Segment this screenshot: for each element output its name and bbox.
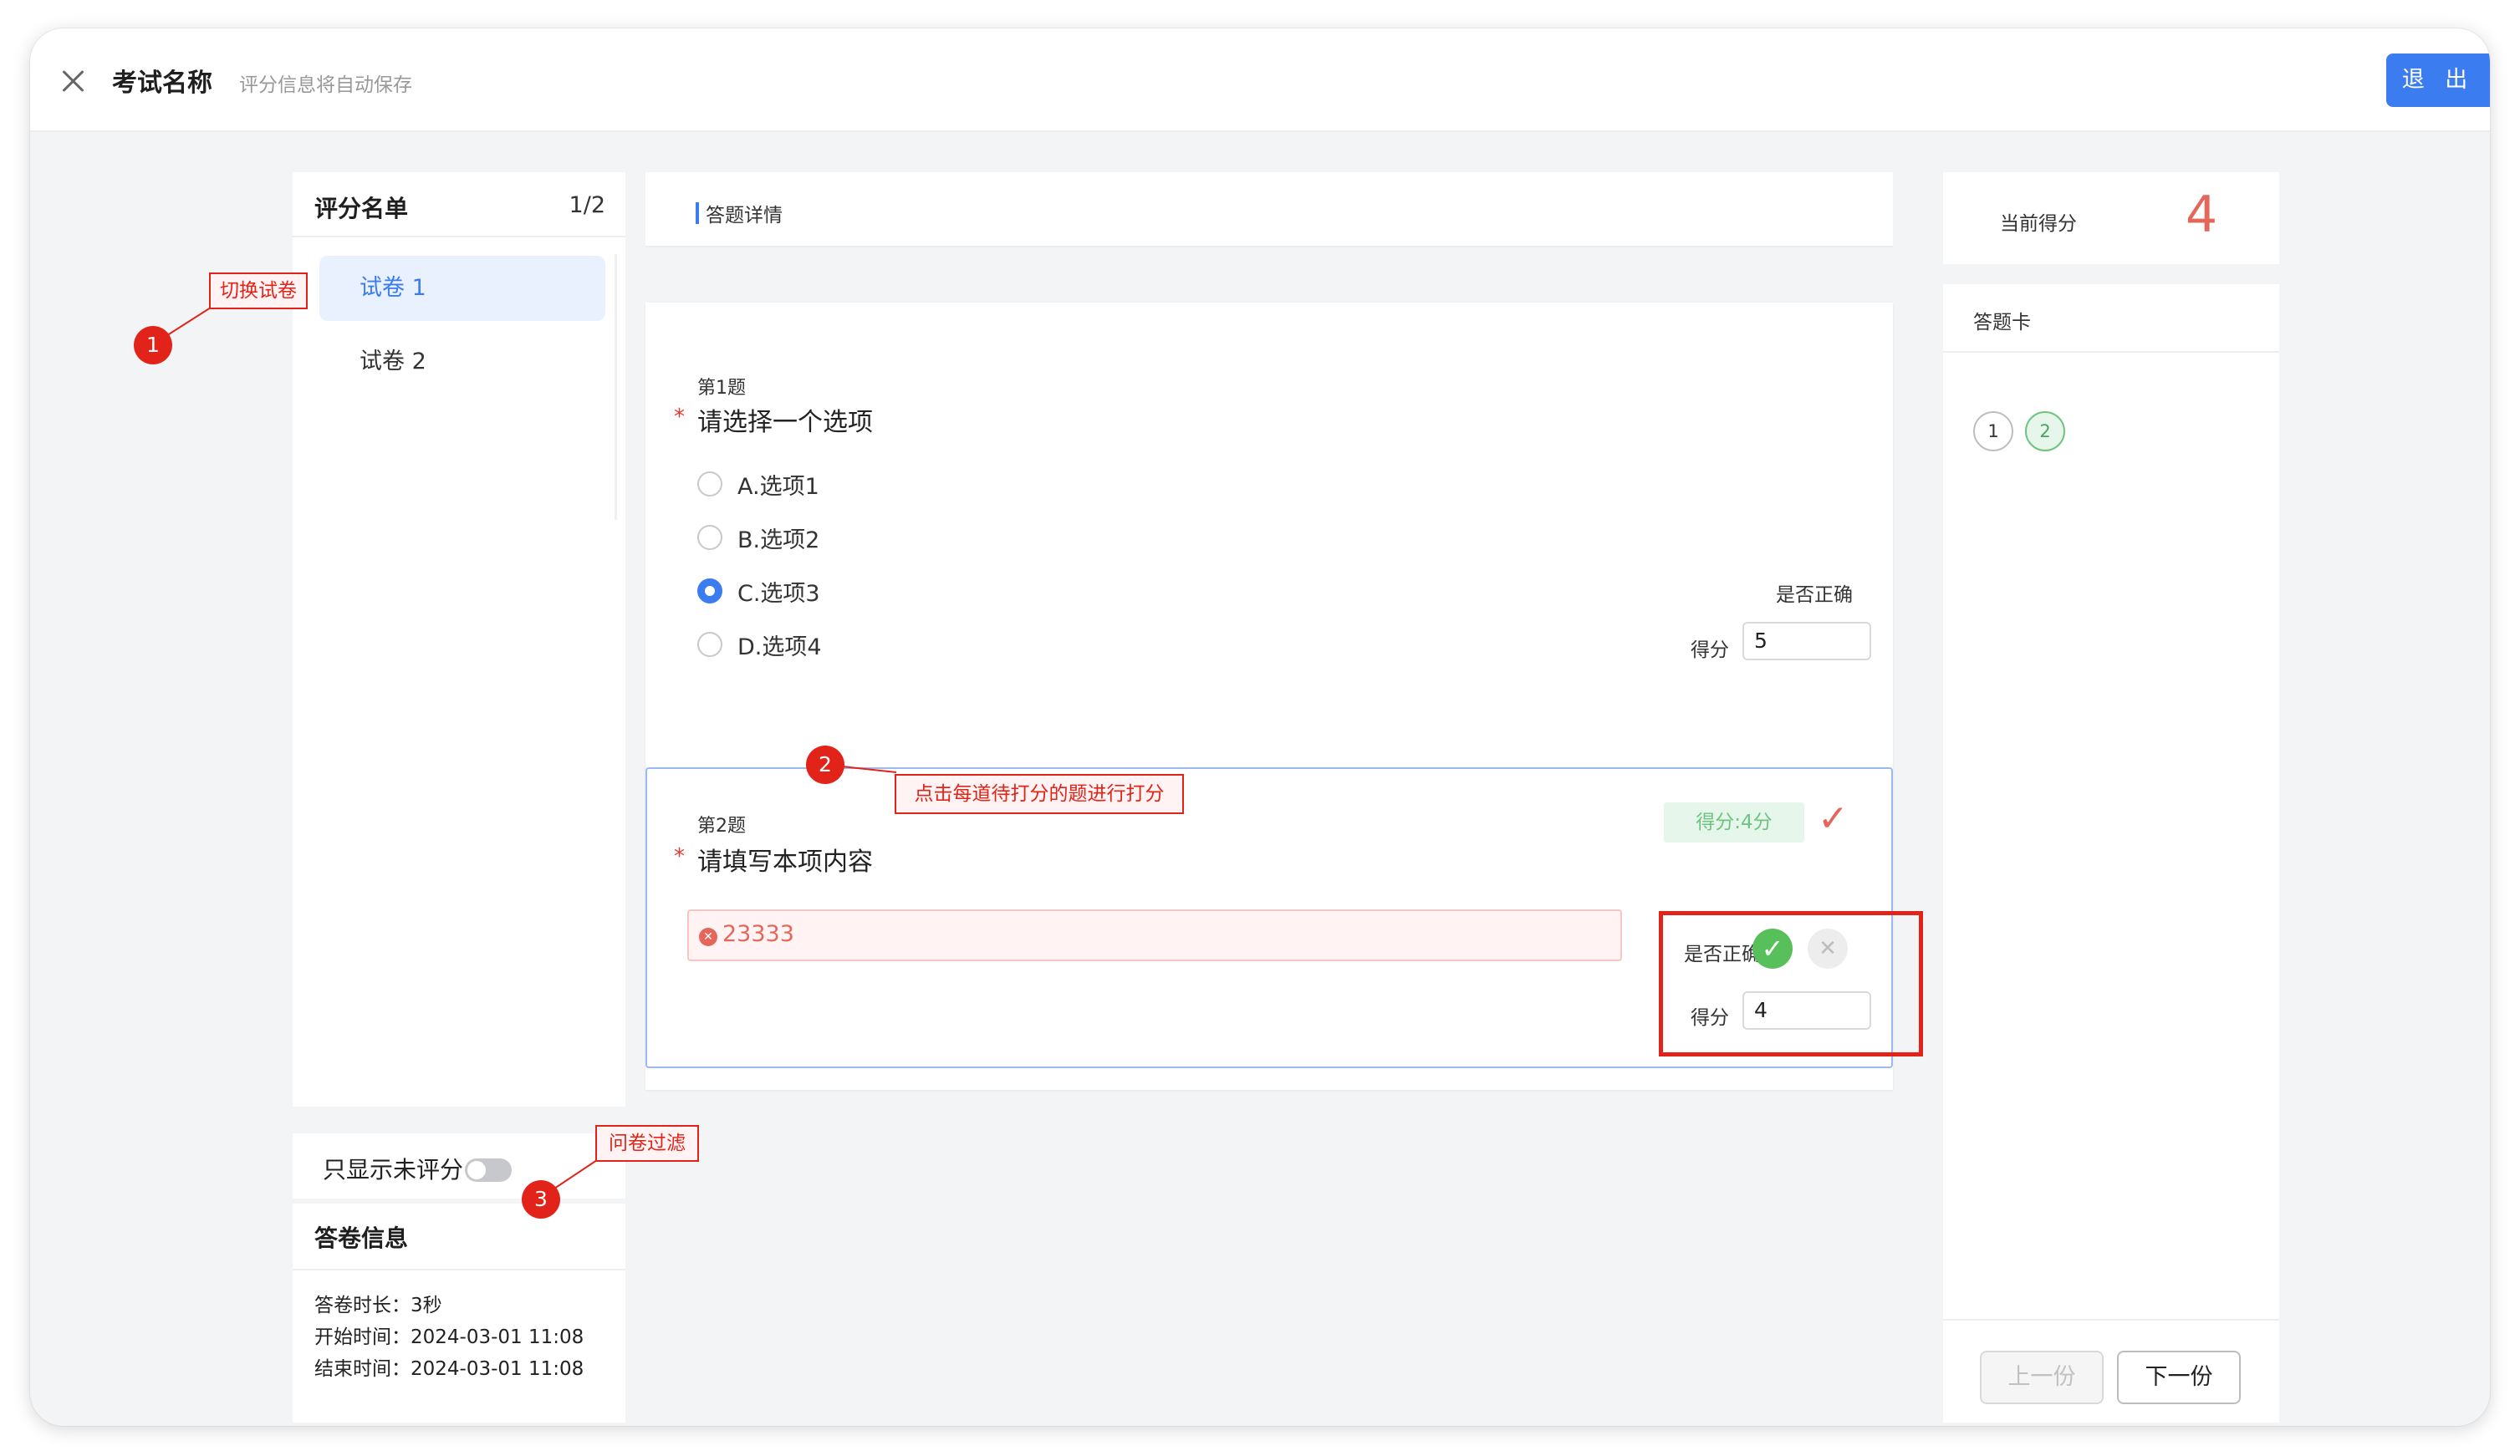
- option-label: B.选项2: [737, 527, 820, 553]
- grading-list-header: 评分名单 1/2: [293, 172, 625, 237]
- option-d[interactable]: D.选项4: [697, 627, 865, 660]
- annotation-marker-3: 3: [522, 1180, 560, 1219]
- error-icon: ✕: [699, 928, 717, 946]
- exit-button[interactable]: 退 出: [2386, 53, 2490, 107]
- option-label: D.选项4: [737, 634, 822, 660]
- paper-item-1[interactable]: 试卷 1: [319, 256, 605, 321]
- current-score-panel: 当前得分 4: [1943, 172, 2279, 264]
- grading-list-title: 评分名单: [314, 195, 409, 222]
- option-c[interactable]: C.选项3: [697, 573, 865, 607]
- answer-duration: 答卷时长：3秒: [314, 1295, 442, 1316]
- annotation-label-3: 问卷过滤: [595, 1125, 699, 1162]
- divider: [1943, 1319, 2279, 1321]
- filter-label: 只显示未评分: [323, 1156, 464, 1184]
- radio-checked-icon: [697, 578, 722, 603]
- required-mark: *: [674, 405, 685, 430]
- filter-panel: 只显示未评分: [293, 1133, 625, 1199]
- annotation-marker-1: 1: [134, 326, 172, 364]
- required-mark: *: [674, 844, 685, 869]
- paper-item-2[interactable]: 试卷 2: [319, 329, 605, 395]
- q1-score-input[interactable]: 5: [1742, 622, 1871, 660]
- radio-icon: [697, 525, 722, 550]
- question-content-panel: 第1题 * 请选择一个选项 A.选项1 B.选项2 C.选项3 D.选项4 是否…: [645, 303, 1923, 1090]
- divider: [293, 1269, 625, 1270]
- answer-card-title: 答题卡: [1973, 312, 2031, 333]
- question-1-number: 第1题: [697, 378, 746, 399]
- close-icon[interactable]: [55, 64, 92, 100]
- answer-card-panel: 答题卡 1 2 上一份 下一份: [1943, 284, 2279, 1423]
- unscored-only-toggle[interactable]: [465, 1158, 512, 1182]
- annotation-label-1: 切换试卷: [209, 272, 308, 309]
- question-2-title: 请填写本项内容: [697, 848, 873, 877]
- grading-highlight-box: [1659, 911, 1923, 1056]
- list-scrollbar[interactable]: [615, 254, 617, 520]
- option-label: A.选项1: [737, 474, 819, 500]
- toggle-knob: [467, 1161, 486, 1179]
- answer-info-title: 答卷信息: [314, 1224, 409, 1252]
- answer-info-panel: 答卷信息 答卷时长：3秒 开始时间：2024-03-01 11:08 结束时间：…: [293, 1204, 625, 1423]
- current-score-label: 当前得分: [2000, 213, 2077, 235]
- answer-text-field: ✕ 23333: [687, 909, 1622, 961]
- option-b[interactable]: B.选项2: [697, 520, 865, 553]
- answer-value: 23333: [722, 921, 794, 947]
- question-2-number: 第2题: [697, 816, 746, 837]
- answer-detail-title: 答题详情: [706, 205, 783, 227]
- annotation-label-2: 点击每道待打分的题进行打分: [895, 774, 1184, 814]
- top-bar: 考试名称 评分信息将自动保存 退 出: [30, 28, 2490, 132]
- answer-detail-header: 答题详情: [645, 172, 1893, 247]
- exam-title: 考试名称: [112, 69, 212, 98]
- prev-paper-button[interactable]: 上一份: [1980, 1351, 2104, 1404]
- score-badge: 得分:4分: [1664, 802, 1804, 843]
- card-question-1[interactable]: 1: [1973, 411, 2013, 451]
- next-paper-button[interactable]: 下一份: [2117, 1351, 2241, 1404]
- radio-icon: [697, 471, 722, 496]
- card-question-2[interactable]: 2: [2025, 411, 2065, 451]
- autosave-hint: 评分信息将自动保存: [239, 74, 412, 96]
- question-1-title: 请选择一个选项: [697, 408, 873, 437]
- current-score-value: 4: [2186, 186, 2218, 244]
- radio-icon: [697, 632, 722, 657]
- option-a[interactable]: A.选项1: [697, 466, 865, 500]
- q1-correct-label: 是否正确: [1776, 584, 1853, 606]
- grading-list-count: 1/2: [569, 192, 605, 218]
- check-icon: ✓: [1818, 797, 1849, 840]
- grading-list-panel: 评分名单 1/2 试卷 1 试卷 2: [293, 172, 625, 1107]
- q1-score-label: 得分: [1691, 639, 1729, 661]
- app-window: 考试名称 评分信息将自动保存 退 出 评分名单 1/2 试卷 1 试卷 2 只显…: [30, 28, 2490, 1426]
- answer-end-time: 结束时间：2024-03-01 11:08: [314, 1358, 584, 1380]
- annotation-marker-2: 2: [806, 746, 844, 784]
- question-2-card[interactable]: 第2题 * 请填写本项内容 ✕ 23333 得分:4分 ✓ 是否正确 ✓ ✕ 得…: [645, 767, 1923, 1068]
- answer-start-time: 开始时间：2024-03-01 11:08: [314, 1326, 584, 1348]
- option-label: C.选项3: [737, 581, 820, 607]
- divider: [1943, 351, 2279, 353]
- title-accent-bar: [696, 202, 699, 224]
